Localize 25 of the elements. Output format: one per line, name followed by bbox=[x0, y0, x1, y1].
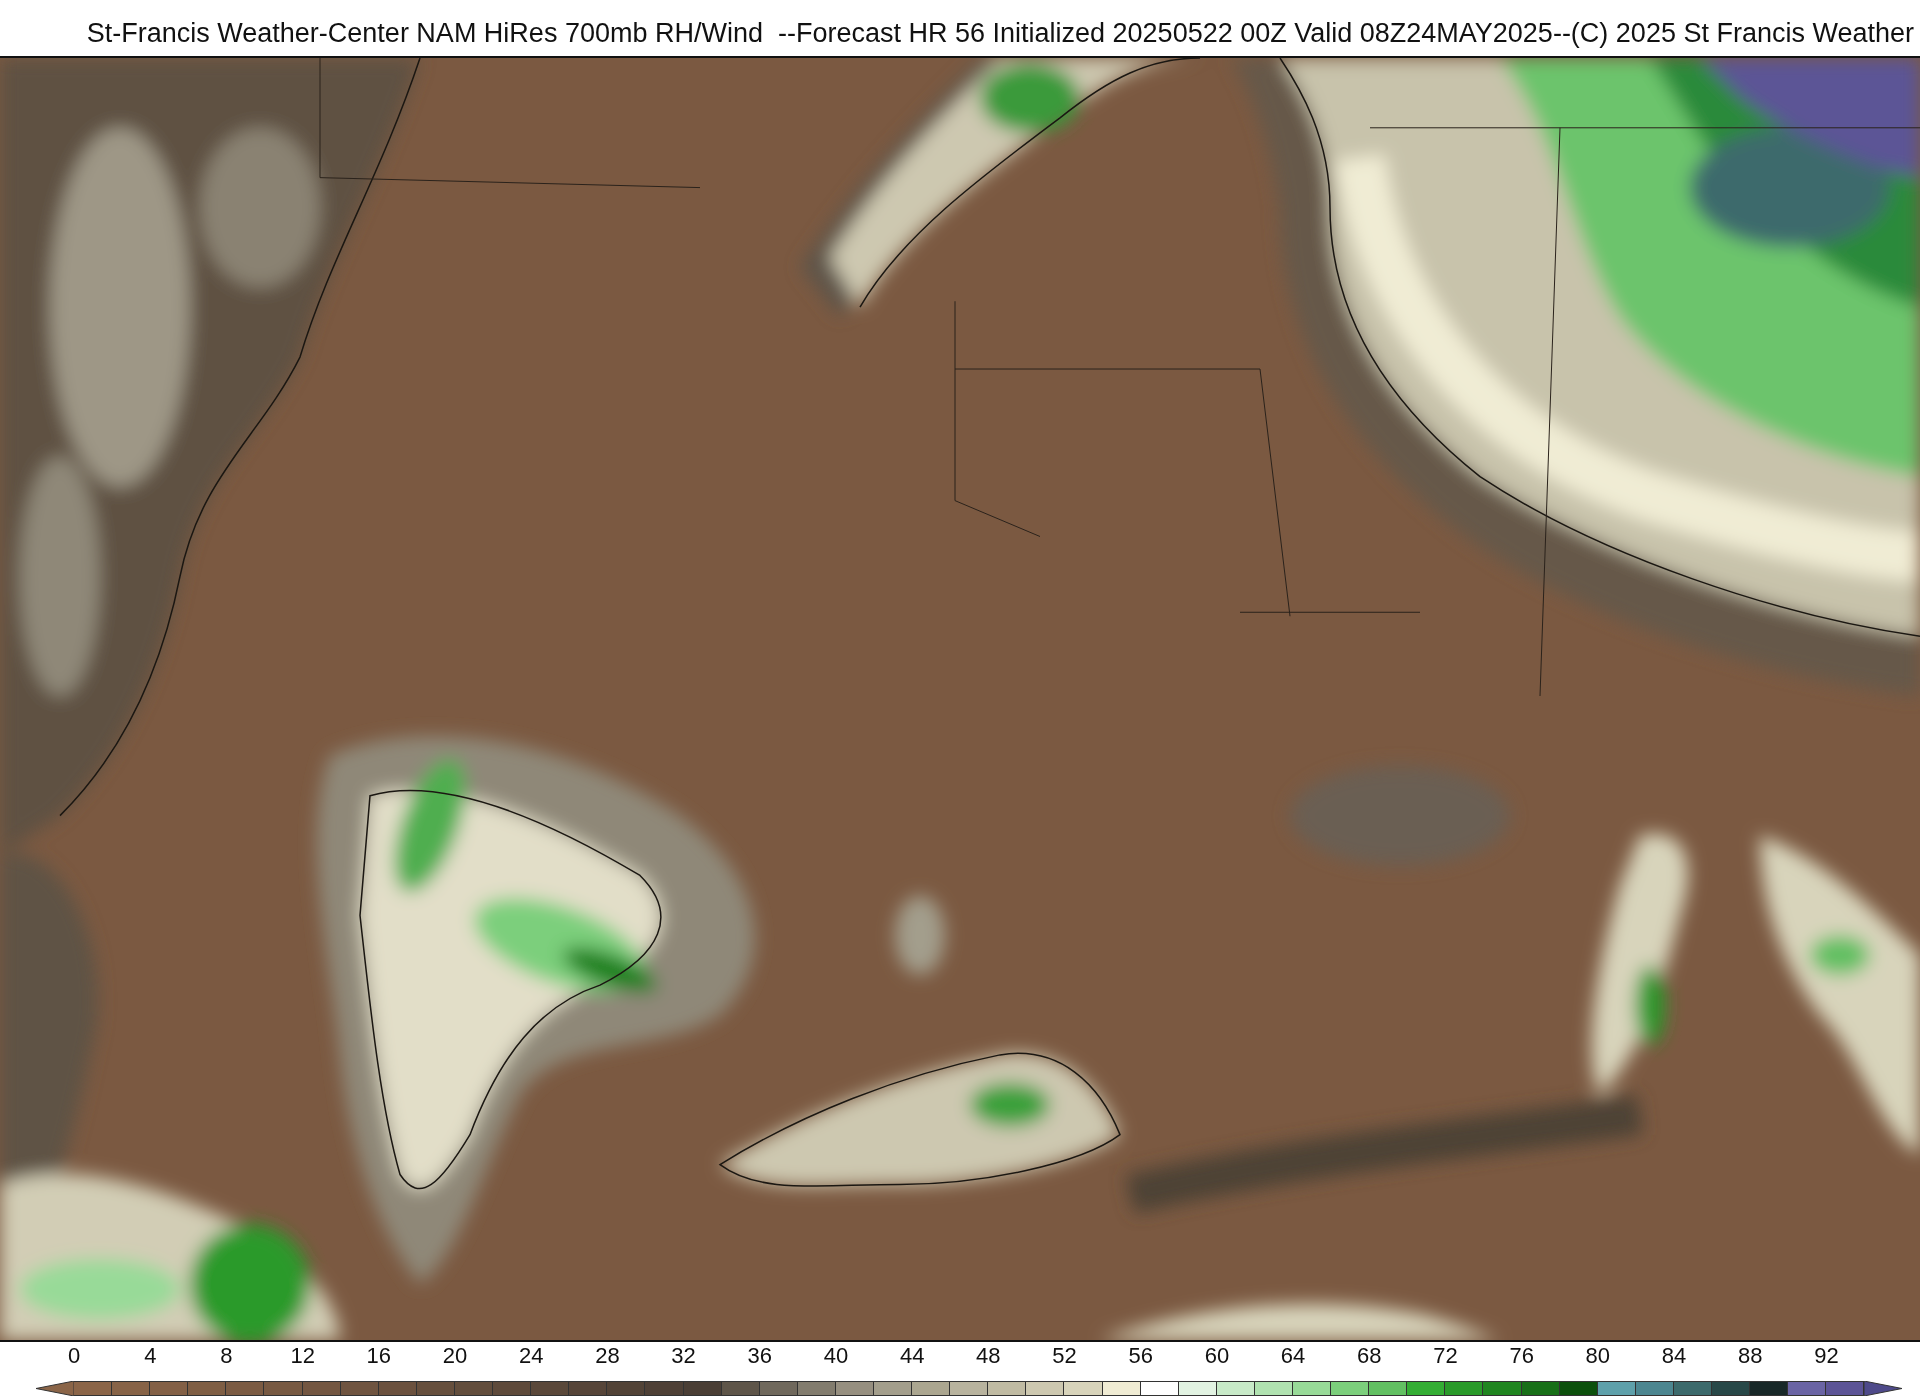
scale-label: 8 bbox=[220, 1344, 233, 1368]
scale-label: 72 bbox=[1433, 1344, 1458, 1368]
scale-label: 40 bbox=[823, 1344, 849, 1368]
scale-label: 80 bbox=[1585, 1344, 1611, 1368]
scale-label: 52 bbox=[1052, 1344, 1077, 1368]
map-title: St-Francis Weather-Center NAM HiRes 700mb RH/Wind --Forecast HR 56 Initialized 20250522 00Z Valid 08Z24MAY2025--(C) 2025 St Francis Weather bbox=[86, 18, 1914, 48]
scale-label: 92 bbox=[1814, 1344, 1839, 1368]
scale-label: 48 bbox=[976, 1344, 1001, 1368]
scale-label: 28 bbox=[595, 1344, 620, 1368]
scale-label: 56 bbox=[1128, 1344, 1153, 1368]
scale-label: 0 bbox=[67, 1344, 81, 1368]
scale-label: 16 bbox=[366, 1344, 392, 1368]
scale-label: 76 bbox=[1509, 1344, 1534, 1368]
scale-label: 24 bbox=[518, 1344, 544, 1368]
scale-label: 64 bbox=[1280, 1344, 1306, 1368]
scale-label: 20 bbox=[442, 1344, 468, 1368]
scale-label: 60 bbox=[1204, 1344, 1230, 1368]
scale-label: 88 bbox=[1737, 1344, 1763, 1368]
scale-label: 68 bbox=[1357, 1344, 1382, 1368]
scale-label: 36 bbox=[747, 1344, 772, 1368]
scale-label: 4 bbox=[144, 1344, 157, 1368]
scale-label: 32 bbox=[671, 1344, 696, 1368]
scale-label: 44 bbox=[899, 1344, 925, 1368]
scale-label: 12 bbox=[290, 1344, 315, 1368]
scale-label: 84 bbox=[1661, 1344, 1687, 1368]
